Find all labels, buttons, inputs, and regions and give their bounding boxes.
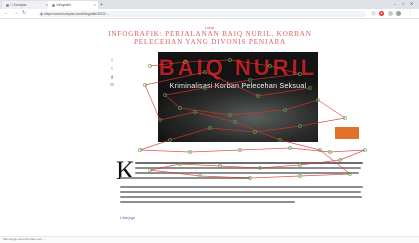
reload-button[interactable]: ↻ xyxy=(22,9,26,18)
gaze-saccade-line xyxy=(339,149,366,161)
extension-icon[interactable] xyxy=(388,10,393,16)
gaze-fixation-point xyxy=(318,148,322,152)
gaze-fixation-point xyxy=(238,148,242,152)
side-ad-banner[interactable] xyxy=(335,127,359,139)
status-text: Menunggu www.kompas.com... xyxy=(3,237,45,241)
favicon-icon xyxy=(52,3,55,7)
browser-toolbar: ← → ↻ ◉ https://www.kompas.com/infografi… xyxy=(0,9,419,19)
feature-title: BAIQ NURIL xyxy=(158,55,318,80)
gaze-fixation-point xyxy=(148,64,152,68)
article-headline: Infografik: Perjalanan Baiq Nuril, Korba… xyxy=(108,30,312,47)
gaze-fixation-point xyxy=(328,150,332,154)
new-tab-button[interactable]: + xyxy=(100,1,103,9)
gaze-fixation-point xyxy=(363,148,367,152)
email-share-icon[interactable]: ✉ xyxy=(108,82,116,88)
close-window-button[interactable]: ✕ xyxy=(410,0,413,8)
gaze-fixation-point xyxy=(188,150,192,154)
menu-icon[interactable]: ⋮ xyxy=(408,9,413,18)
extension-icon[interactable]: ▲ xyxy=(379,10,384,16)
gaze-fixation-point xyxy=(298,174,302,178)
body-text-line xyxy=(135,167,361,169)
body-text-line xyxy=(120,186,363,188)
body-text-line xyxy=(135,162,363,164)
maximize-button[interactable]: □ xyxy=(402,0,404,8)
twitter-share-icon[interactable]: t xyxy=(108,66,116,71)
gaze-saccade-line xyxy=(299,173,351,177)
facebook-share-icon[interactable]: f xyxy=(108,58,116,63)
forward-button[interactable]: → xyxy=(13,9,18,18)
drop-cap: K xyxy=(116,156,135,185)
close-tab-icon[interactable]: × xyxy=(94,1,96,9)
body-text-line xyxy=(120,196,362,198)
gaze-saccade-line xyxy=(179,163,221,167)
profile-avatar-icon[interactable] xyxy=(396,10,401,16)
minimize-button[interactable]: – xyxy=(394,0,396,8)
gaze-saccade-line xyxy=(329,149,366,153)
gaze-saccade-line xyxy=(249,175,301,179)
back-button[interactable]: ← xyxy=(4,9,9,18)
gaze-fixation-point xyxy=(343,116,347,120)
feature-subtitle: Kriminalisasi Korban Pelecehan Seksual xyxy=(169,81,307,90)
tab-strip: □ Kompas × Infografis × + – □ ✕ xyxy=(0,0,419,9)
gaze-saccade-line xyxy=(289,147,331,153)
gaze-saccade-line xyxy=(189,149,241,153)
read-more-link[interactable]: Lihat juga xyxy=(120,216,135,220)
gaze-saccade-line xyxy=(239,147,291,151)
body-text-line xyxy=(120,177,250,179)
gaze-fixation-point xyxy=(143,83,147,87)
gaze-saccade-line xyxy=(139,149,191,153)
tab-infografis[interactable]: Infografis × xyxy=(48,1,98,9)
tab-label: □ Kompas xyxy=(10,3,27,7)
address-bar[interactable]: ◉ https://www.kompas.com/infografik/2019… xyxy=(38,10,366,17)
lock-icon: ◉ xyxy=(40,11,44,16)
tab-kompas[interactable]: □ Kompas × xyxy=(2,1,50,9)
favicon-icon xyxy=(6,3,9,7)
star-icon[interactable]: ☆ xyxy=(371,10,376,16)
gaze-fixation-point xyxy=(288,146,292,150)
body-text-line xyxy=(135,172,359,174)
google-share-icon[interactable]: g xyxy=(108,74,116,79)
tab-label: Infografis xyxy=(56,3,71,7)
gaze-fixation-point xyxy=(138,148,142,152)
feature-image: BAIQ NURIL Kriminalisasi Korban Peleceha… xyxy=(158,52,318,142)
body-text-line xyxy=(120,191,361,193)
address-text: https://www.kompas.com/infografik/2019/.… xyxy=(44,11,109,16)
gaze-saccade-line xyxy=(317,99,346,119)
body-text-line xyxy=(120,201,295,203)
